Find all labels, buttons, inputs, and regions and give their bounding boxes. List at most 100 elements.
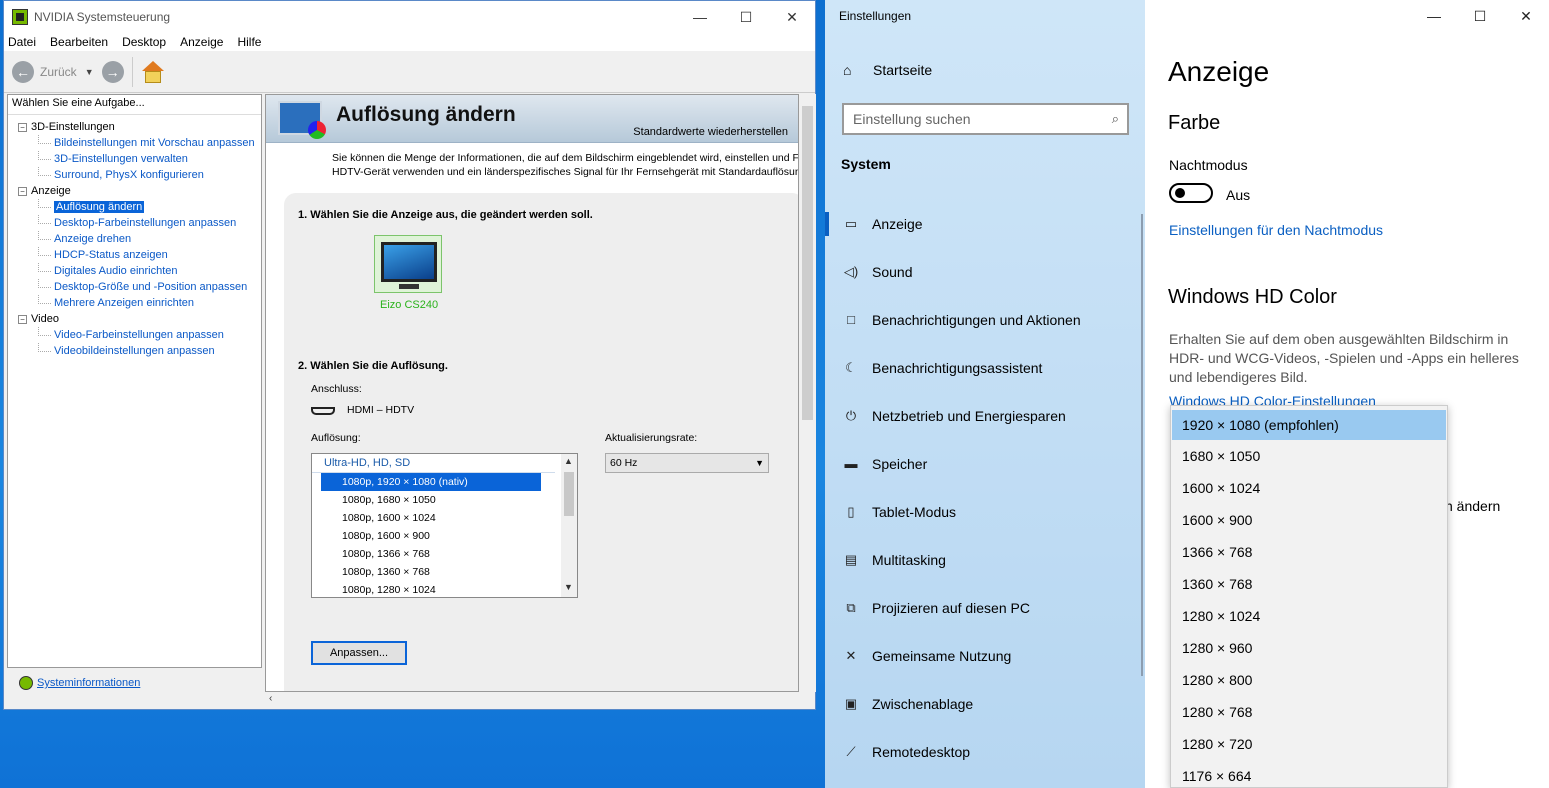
list-item[interactable]: 1080p, 1360 × 768 xyxy=(321,563,541,581)
night-mode-settings-link[interactable]: Einstellungen für den Nachtmodus xyxy=(1169,222,1383,238)
nav-item-focus-assist[interactable]: ☾ Benachrichtigungsassistent xyxy=(825,344,1145,392)
night-mode-toggle[interactable] xyxy=(1169,183,1213,203)
nav-item-sound[interactable]: ◁) Sound xyxy=(825,248,1145,296)
refresh-rate-select[interactable]: 60 Hz ▼ xyxy=(605,453,769,473)
resolution-dropdown[interactable]: 1920 × 1080 (empfohlen) 1680 × 1050 1600… xyxy=(1170,405,1448,788)
list-item-selected[interactable]: 1080p, 1920 × 1080 (nativ) xyxy=(321,473,541,491)
forward-arrow-icon[interactable]: → xyxy=(101,60,124,83)
dropdown-option[interactable]: 1280 × 720 xyxy=(1172,728,1446,760)
settings-search-input[interactable]: Einstellung suchen ⌕ xyxy=(842,103,1129,135)
dropdown-option[interactable]: 1366 × 768 xyxy=(1172,536,1446,568)
tree-item[interactable]: Anzeige drehen xyxy=(18,231,261,247)
tree-item[interactable]: Videobildeinstellungen anpassen xyxy=(18,343,261,359)
tree-item[interactable]: Desktop-Farbeinstellungen anpassen xyxy=(18,215,261,231)
restore-defaults-link[interactable]: Standardwerte wiederherstellen xyxy=(633,126,788,138)
dropdown-option-selected[interactable]: 1920 × 1080 (empfohlen) xyxy=(1172,410,1446,440)
back-arrow-icon[interactable]: ← xyxy=(12,60,34,83)
close-button[interactable]: ✕ xyxy=(1503,0,1549,32)
dropdown-option[interactable]: 1360 × 768 xyxy=(1172,568,1446,600)
customize-button[interactable]: Anpassen... xyxy=(311,641,407,665)
dropdown-option[interactable]: 1600 × 900 xyxy=(1172,504,1446,536)
menu-bearbeiten[interactable]: Bearbeiten xyxy=(50,35,108,49)
step1-heading: 1. Wählen Sie die Anzeige aus, die geänd… xyxy=(298,209,593,221)
scroll-thumb[interactable] xyxy=(802,106,813,420)
list-item[interactable]: 1080p, 1680 × 1050 xyxy=(321,491,541,509)
close-button[interactable]: ✕ xyxy=(769,1,815,33)
minimize-button[interactable]: — xyxy=(1411,0,1457,32)
list-item[interactable]: 1080p, 1366 × 768 xyxy=(321,545,541,563)
display-name[interactable]: Eizo CS240 xyxy=(380,299,438,311)
task-tree: −3D-Einstellungen Bildeinstellungen mit … xyxy=(8,115,261,359)
nav-item-power[interactable]: ⏻ Netzbetrieb und Energiesparen xyxy=(825,392,1145,440)
nav-item-shared[interactable]: ✕ Gemeinsame Nutzung xyxy=(825,632,1145,680)
maximize-button[interactable]: ☐ xyxy=(1457,0,1503,32)
system-info-link[interactable]: Systeminformationen xyxy=(7,676,140,690)
content-horizontal-scrollbar[interactable]: ‹ xyxy=(265,692,799,708)
dropdown-option[interactable]: 1280 × 800 xyxy=(1172,664,1446,696)
menu-bar: Datei Bearbeiten Desktop Anzeige Hilfe xyxy=(4,33,815,51)
tree-group-anzeige[interactable]: − Anzeige xyxy=(18,183,261,199)
scroll-left-icon[interactable]: ‹ xyxy=(269,693,272,704)
hdmi-icon xyxy=(311,407,335,415)
nav-item-multitasking[interactable]: ▤ Multitasking xyxy=(825,536,1145,584)
partially-hidden-text: n ändern xyxy=(1445,498,1501,514)
tree-item[interactable]: HDCP-Status anzeigen xyxy=(18,247,261,263)
minimize-button[interactable]: — xyxy=(677,1,723,33)
scroll-thumb[interactable] xyxy=(564,472,574,516)
tree-item[interactable]: Video-Farbeinstellungen anpassen xyxy=(18,327,261,343)
menu-desktop[interactable]: Desktop xyxy=(122,35,166,49)
tree-group-3d[interactable]: −3D-Einstellungen xyxy=(18,119,261,135)
collapse-icon[interactable]: − xyxy=(18,186,27,196)
task-pane: Wählen Sie eine Aufgabe... −3D-Einstellu… xyxy=(7,94,262,668)
tree-item-selected[interactable]: Auflösung ändern xyxy=(18,199,261,215)
nav-item-anzeige[interactable]: ▭ Anzeige xyxy=(825,200,1145,248)
dropdown-option[interactable]: 1280 × 1024 xyxy=(1172,600,1446,632)
scroll-down-icon[interactable]: ▼ xyxy=(564,582,573,592)
maximize-button[interactable]: ☐ xyxy=(723,1,769,33)
nav-item-clipboard[interactable]: ▣ Zwischenablage xyxy=(825,680,1145,728)
tree-item[interactable]: 3D-Einstellungen verwalten xyxy=(18,151,261,167)
nvidia-app-icon xyxy=(12,9,28,25)
nav-item-project[interactable]: ⧉ Projizieren auf diesen PC xyxy=(825,584,1145,632)
menu-datei[interactable]: Datei xyxy=(8,35,36,49)
list-item[interactable]: 1080p, 1280 × 1024 xyxy=(321,581,541,599)
list-item[interactable]: 1080p, 1600 × 1024 xyxy=(321,509,541,527)
tree-item[interactable]: Bildeinstellungen mit Vorschau anpassen xyxy=(18,135,261,151)
scroll-up-icon[interactable]: ▲ xyxy=(564,456,573,466)
dropdown-option[interactable]: 1280 × 768 xyxy=(1172,696,1446,728)
content-pane: Auflösung ändern Standardwerte wiederher… xyxy=(265,94,799,692)
collapse-icon[interactable]: − xyxy=(18,122,27,132)
dropdown-option[interactable]: 1176 × 664 xyxy=(1172,760,1446,787)
nav-item-notifications[interactable]: □ Benachrichtigungen und Aktionen xyxy=(825,296,1145,344)
nav-item-tablet[interactable]: ▯ Tablet-Modus xyxy=(825,488,1145,536)
nav-item-remote[interactable]: ⟋ Remotedesktop xyxy=(825,728,1145,776)
content-vertical-scrollbar[interactable] xyxy=(799,94,816,692)
connector-value: HDMI – HDTV xyxy=(347,404,415,416)
nav-item-storage[interactable]: ▬ Speicher xyxy=(825,440,1145,488)
tree-item[interactable]: Surround, PhysX konfigurieren xyxy=(18,167,261,183)
nav-home[interactable]: ⌂ Startseite xyxy=(843,62,932,78)
clipboard-icon: ▣ xyxy=(844,696,858,711)
tree-item[interactable]: Mehrere Anzeigen einrichten xyxy=(18,295,261,311)
menu-anzeige[interactable]: Anzeige xyxy=(180,35,223,49)
back-history-dropdown-icon[interactable]: ▼ xyxy=(85,67,94,77)
tree-item[interactable]: Digitales Audio einrichten xyxy=(18,263,261,279)
resolution-list[interactable]: Ultra-HD, HD, SD 1080p, 1920 × 1080 (nat… xyxy=(311,453,578,598)
sidebar-scrollbar[interactable] xyxy=(1141,214,1143,676)
dropdown-option[interactable]: 1280 × 960 xyxy=(1172,632,1446,664)
remote-icon: ⟋ xyxy=(846,744,856,759)
nvidia-titlebar[interactable]: NVIDIA Systemsteuerung — ☐ ✕ xyxy=(4,1,815,33)
list-item[interactable]: 1080p, 1600 × 900 xyxy=(321,527,541,545)
back-button-label[interactable]: Zurück xyxy=(40,65,77,79)
collapse-icon[interactable]: − xyxy=(18,314,27,324)
tree-group-video[interactable]: − Video xyxy=(18,311,261,327)
tree-item[interactable]: Desktop-Größe und -Position anpassen xyxy=(18,279,261,295)
share-icon: ✕ xyxy=(845,648,857,663)
settings-window: Einstellungen ⌂ Startseite Einstellung s… xyxy=(825,0,1549,788)
menu-hilfe[interactable]: Hilfe xyxy=(237,35,261,49)
dropdown-option[interactable]: 1680 × 1050 xyxy=(1172,440,1446,472)
dropdown-option[interactable]: 1600 × 1024 xyxy=(1172,472,1446,504)
list-scrollbar[interactable]: ▲ ▼ xyxy=(561,454,577,597)
display-tile[interactable] xyxy=(374,235,442,293)
home-icon[interactable] xyxy=(141,60,165,84)
